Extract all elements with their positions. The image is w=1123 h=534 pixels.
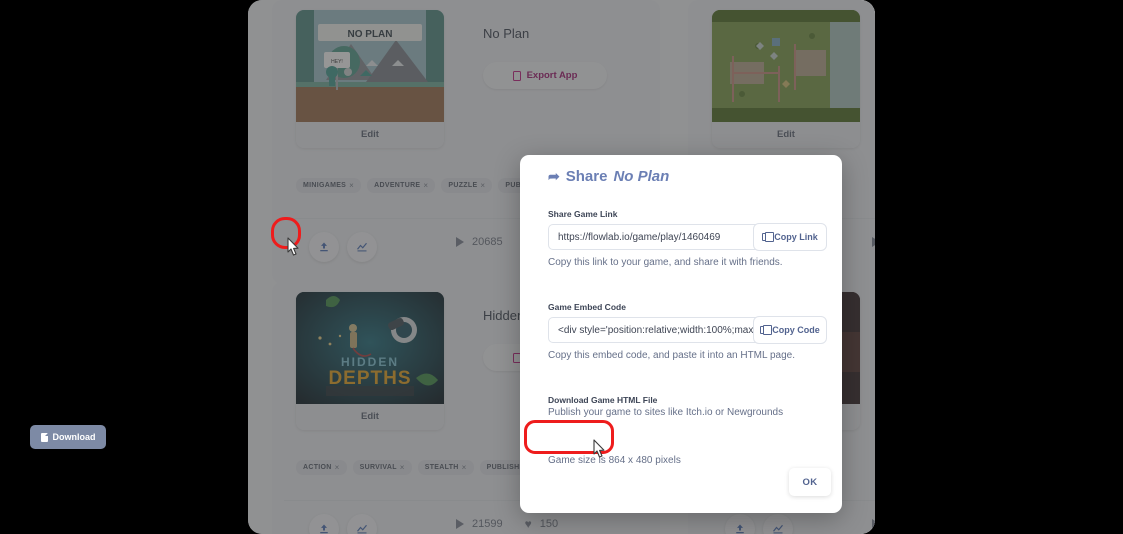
- analytics-button[interactable]: [347, 514, 377, 534]
- share-button[interactable]: [309, 232, 339, 262]
- download-hint: Publish your game to sites like Itch.io …: [548, 407, 784, 418]
- play-icon: [456, 237, 464, 247]
- game-thumbnail-wrap[interactable]: Edit: [712, 10, 860, 148]
- export-app-label: Export App: [526, 70, 578, 81]
- game-thumbnail: HIDDEN DEPTHS: [296, 292, 444, 404]
- edit-button[interactable]: Edit: [296, 122, 444, 148]
- chart-icon: [773, 524, 783, 534]
- mobile-icon: [512, 70, 521, 81]
- svg-text:HEY!: HEY!: [331, 59, 343, 65]
- stats: 21599 ♥ 150: [456, 518, 558, 530]
- upload-icon: [320, 524, 328, 534]
- game-thumbnail-wrap[interactable]: NO PLAN HEY! Edit: [296, 10, 444, 148]
- copy-link-button[interactable]: Copy Link: [753, 223, 827, 251]
- play-icon: [872, 237, 875, 247]
- download-button-label: Download: [52, 432, 96, 442]
- remove-tag-icon[interactable]: ×: [335, 463, 340, 472]
- tag-chip[interactable]: ACTION ×: [296, 460, 347, 475]
- embed-code-hint: Copy this embed code, and paste it into …: [548, 350, 795, 361]
- tag-chip[interactable]: SURVIVAL ×: [352, 460, 412, 475]
- embed-code-label: Game Embed Code: [548, 302, 626, 312]
- ok-button[interactable]: OK: [789, 468, 831, 496]
- remove-tag-icon[interactable]: ×: [349, 181, 354, 190]
- tag-label: STEALTH: [424, 464, 459, 471]
- edit-button[interactable]: Edit: [296, 404, 444, 430]
- share-link-hint: Copy this link to your game, and share i…: [548, 257, 783, 268]
- svg-text:NO PLAN: NO PLAN: [348, 29, 393, 40]
- play-count: 21599: [472, 518, 503, 530]
- game-title: No Plan: [483, 26, 530, 41]
- dialog-title-game: No Plan: [613, 168, 670, 185]
- stats: 181: [872, 518, 875, 530]
- tag-label: SURVIVAL: [359, 464, 397, 471]
- tag-chip[interactable]: STEALTH ×: [417, 460, 474, 475]
- svg-text:HIDDEN: HIDDEN: [341, 355, 399, 369]
- share-arrow-icon: ➦: [548, 168, 560, 184]
- remove-tag-icon[interactable]: ×: [423, 181, 428, 190]
- stats: 2: [872, 236, 875, 248]
- embed-code-input[interactable]: <div style='position:relative;width:100%…: [548, 317, 766, 343]
- tag-chip[interactable]: PUZZLE ×: [441, 178, 493, 193]
- file-icon: [40, 432, 48, 442]
- remove-tag-icon[interactable]: ×: [480, 181, 485, 190]
- like-count: 150: [539, 518, 559, 530]
- svg-text:DEPTHS: DEPTHS: [328, 368, 411, 389]
- play-icon: [456, 519, 464, 529]
- download-button[interactable]: Download: [30, 425, 106, 449]
- chart-icon: [357, 524, 367, 534]
- copy-icon: [762, 232, 775, 242]
- tag-chip[interactable]: MINIGAMES ×: [296, 178, 362, 193]
- remove-tag-icon[interactable]: ×: [462, 463, 467, 472]
- tag-list: ACTION× SURVIVAL× STEALTH× PUBLISHED×: [296, 460, 545, 475]
- share-button[interactable]: [309, 514, 339, 534]
- download-section-label: Download Game HTML File: [548, 395, 658, 405]
- chart-icon: [357, 242, 367, 252]
- share-link-input[interactable]: https://flowlab.io/game/play/1460469: [548, 224, 766, 250]
- remove-tag-icon[interactable]: ×: [400, 463, 405, 472]
- tag-label: MINIGAMES: [303, 182, 347, 189]
- export-app-button[interactable]: Export App: [483, 62, 607, 89]
- copy-link-label: Copy Link: [774, 232, 818, 242]
- share-dialog: ➦ Share No Plan Share Game Link https://…: [520, 155, 842, 513]
- copy-code-label: Copy Code: [772, 325, 820, 335]
- play-count: 20685: [472, 236, 503, 248]
- analytics-button[interactable]: [347, 232, 377, 262]
- game-thumbnail: [712, 10, 860, 122]
- edit-button[interactable]: Edit: [712, 122, 860, 148]
- game-thumbnail-wrap[interactable]: HIDDEN DEPTHS Edit: [296, 292, 444, 430]
- heart-icon: ♥: [524, 517, 532, 531]
- upload-icon: [736, 524, 744, 534]
- dialog-title-prefix: Share: [565, 168, 608, 185]
- dialog-title: ➦ Share No Plan: [548, 168, 669, 185]
- tag-label: PUZZLE: [448, 182, 478, 189]
- screen: NO PLAN HEY! Edit No Plan Export App MIN…: [0, 0, 1123, 534]
- copy-code-button[interactable]: Copy Code: [753, 316, 827, 344]
- copy-icon: [760, 325, 773, 335]
- play-icon: [872, 519, 875, 529]
- tag-label: ADVENTURE: [374, 182, 421, 189]
- share-button[interactable]: [725, 514, 755, 534]
- share-link-label: Share Game Link: [548, 209, 618, 219]
- game-thumbnail: NO PLAN HEY!: [296, 10, 444, 122]
- upload-icon: [320, 242, 328, 252]
- tag-label: ACTION: [303, 464, 332, 471]
- game-size-text: Game size is 864 x 480 pixels: [548, 455, 681, 466]
- tag-chip[interactable]: ADVENTURE ×: [367, 178, 436, 193]
- analytics-button[interactable]: [763, 514, 793, 534]
